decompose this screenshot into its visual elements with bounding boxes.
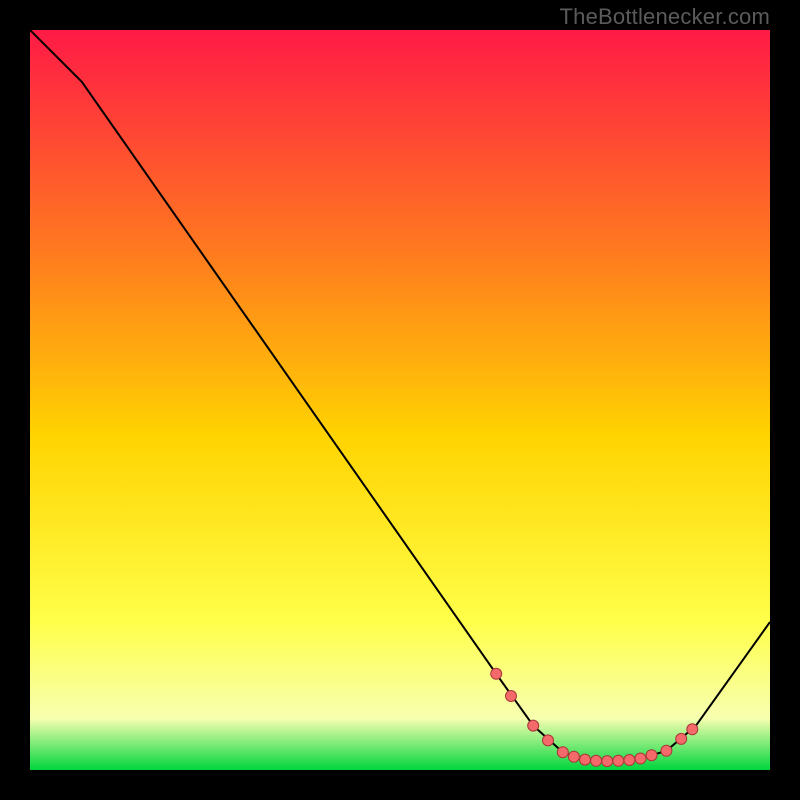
curve-marker (591, 755, 602, 766)
curve-marker (635, 753, 646, 764)
curve-marker (491, 668, 502, 679)
curve-marker (543, 735, 554, 746)
curve-marker (676, 733, 687, 744)
curve-marker (528, 720, 539, 731)
bottleneck-chart (30, 30, 770, 770)
curve-marker (661, 745, 672, 756)
curve-marker (580, 754, 591, 765)
curve-marker (624, 755, 635, 766)
gradient-background (30, 30, 770, 770)
curve-marker (568, 751, 579, 762)
watermark-text: TheBottlenecker.com (560, 4, 770, 30)
chart-frame (30, 30, 770, 770)
curve-marker (506, 691, 517, 702)
curve-marker (557, 747, 568, 758)
curve-marker (602, 756, 613, 767)
curve-marker (613, 755, 624, 766)
curve-marker (646, 750, 657, 761)
curve-marker (687, 724, 698, 735)
